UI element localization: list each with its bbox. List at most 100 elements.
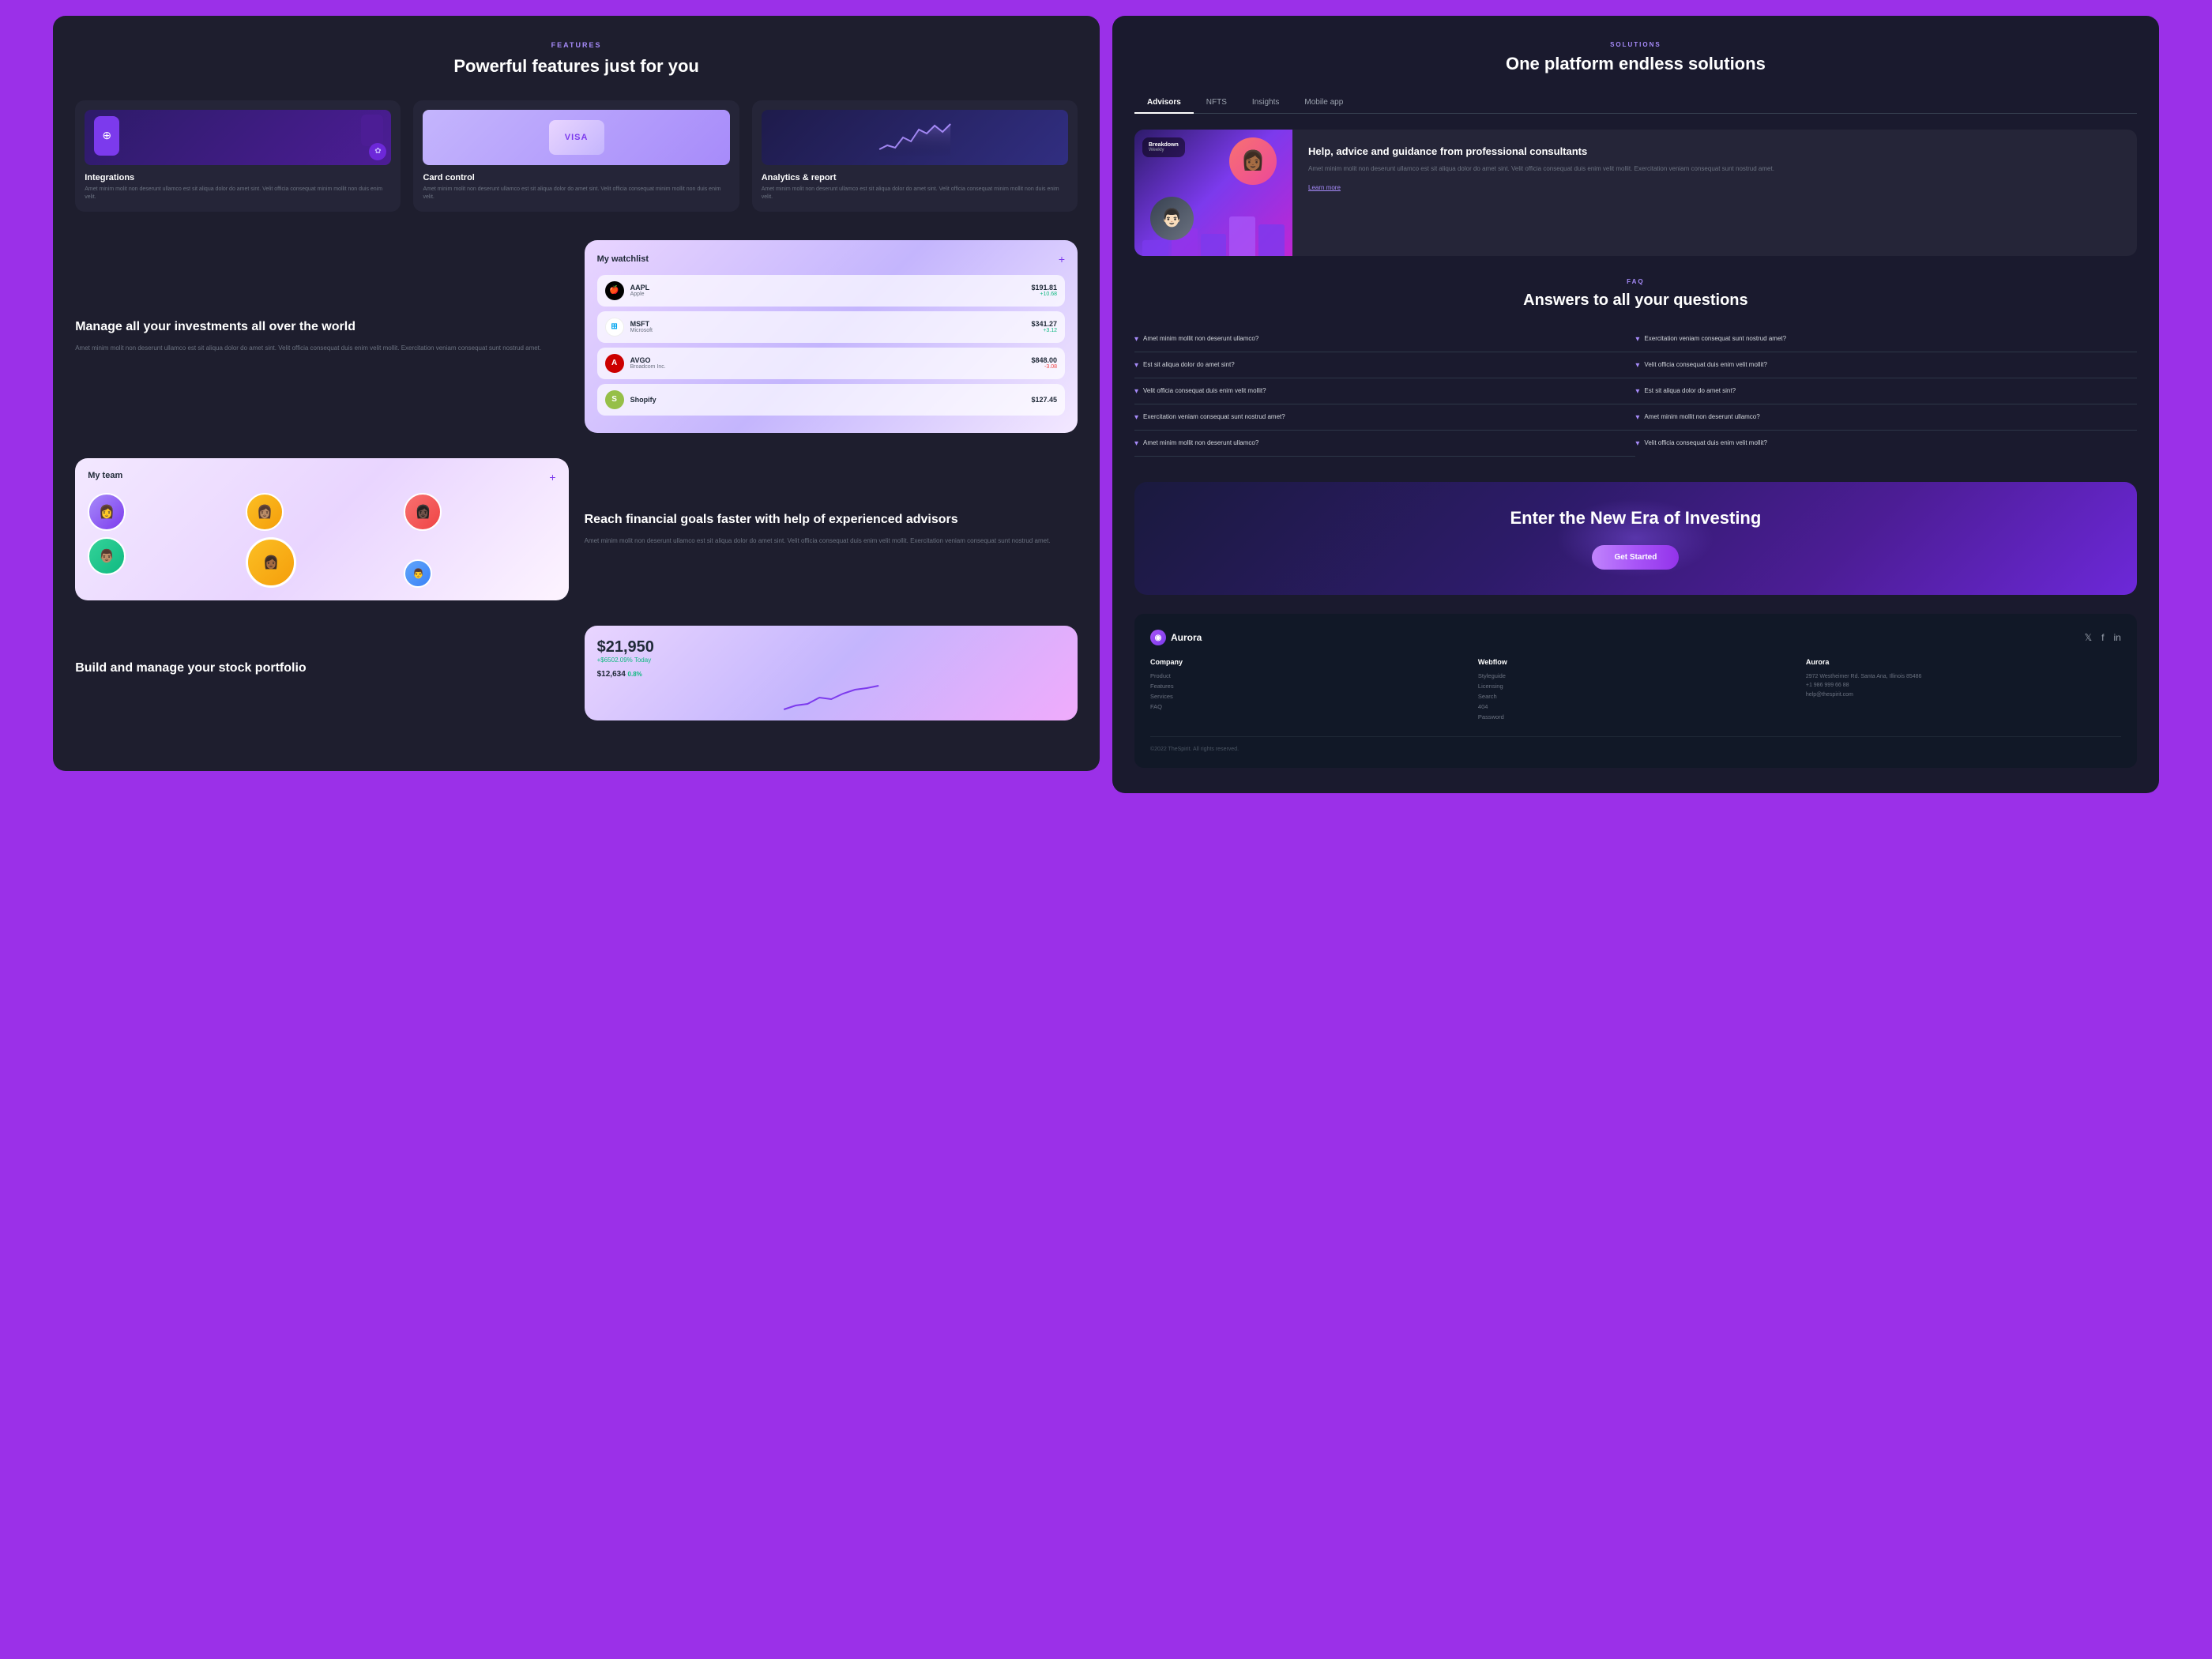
- advisor-info: Help, advice and guidance from professio…: [1292, 130, 2137, 256]
- team-avatar-2: 👩🏽: [246, 493, 284, 531]
- feature-analytics: Analytics & report Amet minim molit non …: [752, 100, 1078, 212]
- facebook-icon[interactable]: f: [2101, 632, 2104, 643]
- manage-investments-section: Manage all your investments all over the…: [75, 240, 1078, 433]
- footer-link-styleguide[interactable]: Styleguide: [1478, 672, 1793, 679]
- footer-copyright: ©2022 TheSpirit. All rights reserved.: [1150, 736, 2121, 752]
- advisor-desc: Amet minim molit non deserunt ullamco es…: [1308, 164, 2121, 175]
- tab-insights[interactable]: Insights: [1240, 92, 1292, 113]
- faq-item-9[interactable]: ▾ Velit officia consequat duis enim veli…: [1635, 431, 2136, 457]
- bar-1: [1142, 240, 1168, 256]
- portfolio-heading: Build and manage your stock portfolio: [75, 660, 568, 677]
- breakdown-label: Breakdown: [1149, 142, 1179, 148]
- faq-item-6[interactable]: ▾ Exercitation veniam consequat sunt nos…: [1134, 404, 1635, 431]
- aapl-ticker: AAPL: [630, 284, 1025, 292]
- faq-chevron-2: ▾: [1134, 361, 1138, 370]
- footer-webflow-title: Webflow: [1478, 658, 1793, 666]
- footer-link-product[interactable]: Product: [1150, 672, 1465, 679]
- tab-nfts[interactable]: NFTS: [1194, 92, 1240, 113]
- feature-card-name: Card control: [423, 173, 729, 182]
- footer-aurora-title: Aurora: [1806, 658, 2121, 666]
- footer-link-404[interactable]: 404: [1478, 703, 1793, 710]
- faq-item-0[interactable]: ▾ Amet minim mollit non deserunt ullamco…: [1134, 326, 1635, 352]
- faq-item-2[interactable]: ▾ Est sit aliqua dolor do amet sint?: [1134, 352, 1635, 378]
- advisor-heading: Help, advice and guidance from professio…: [1308, 145, 2121, 159]
- team-add-btn[interactable]: +: [549, 471, 555, 483]
- features-label: FEATURES: [75, 41, 1078, 49]
- faq-text-8: Amet minim mollit non deserunt ullamco?: [1143, 438, 1258, 447]
- footer-link-licensing[interactable]: Licensing: [1478, 683, 1793, 690]
- learn-more-link[interactable]: Learn more: [1308, 184, 2121, 191]
- footer-link-services[interactable]: Services: [1150, 693, 1465, 700]
- linkedin-icon[interactable]: in: [2113, 632, 2120, 643]
- msft-ticker: MSFT: [630, 320, 1025, 328]
- solutions-header: SOLUTIONS One platform endless solutions…: [1134, 41, 2137, 114]
- footer-link-password[interactable]: Password: [1478, 713, 1793, 720]
- footer-link-faq[interactable]: FAQ: [1150, 703, 1465, 710]
- footer-link-features[interactable]: Features: [1150, 683, 1465, 690]
- card-control-icon-area: VISA: [423, 110, 729, 165]
- integrations-icon-area: ⊕ ✿: [85, 110, 391, 165]
- portfolio-card: $21,950 +$6502.09% Today $12,634 0.8%: [585, 626, 1078, 720]
- faq-title: Answers to all your questions: [1134, 290, 2137, 310]
- faq-chevron-6: ▾: [1134, 413, 1138, 422]
- solutions-label: SOLUTIONS: [1134, 41, 2137, 48]
- advisor-avatar-bottom: 👨🏻: [1150, 197, 1194, 240]
- email-text: help@thespirit.com: [1806, 692, 1853, 698]
- bar-5: [1258, 224, 1285, 256]
- msft-name-area: MSFT Microsoft: [630, 320, 1025, 333]
- faq-item-5[interactable]: ▾ Est sit aliqua dolor do amet sint?: [1635, 378, 2136, 404]
- footer-address: 2972 Westheimer Rd. Santa Ana, Illinois …: [1806, 672, 2121, 699]
- visa-card: VISA: [549, 120, 604, 155]
- shop-name-area: Shopify: [630, 396, 1025, 404]
- portfolio-text: Build and manage your stock portfolio: [75, 660, 568, 685]
- faq-section: FAQ Answers to all your questions ▾ Amet…: [1134, 278, 2137, 457]
- portfolio-visual: $21,950 +$6502.09% Today $12,634 0.8%: [585, 626, 1078, 720]
- advisor-avatar-top: 👩🏾: [1229, 137, 1277, 185]
- bar-4: [1229, 216, 1255, 256]
- avgo-name-area: AVGO Broadcom Inc.: [630, 356, 1025, 370]
- faq-item-1[interactable]: ▾ Exercitation veniam consequat sunt nos…: [1635, 326, 2136, 352]
- social-icons: 𝕏 f in: [2084, 632, 2120, 643]
- faq-text-0: Amet minim mollit non deserunt ullamco?: [1143, 334, 1258, 343]
- faq-chevron-8: ▾: [1134, 439, 1138, 448]
- shop-ticker: Shopify: [630, 396, 1025, 404]
- faq-item-4[interactable]: ▾ Velit officia consequat duis enim veli…: [1134, 378, 1635, 404]
- address-text: 2972 Westheimer Rd. Santa Ana, Illinois …: [1806, 674, 1922, 679]
- team-heading: Reach financial goals faster with help o…: [585, 511, 1078, 529]
- footer-link-search[interactable]: Search: [1478, 693, 1793, 700]
- solutions-tabs: Advisors NFTS Insights Mobile app: [1134, 92, 2137, 114]
- faq-chevron-3: ▾: [1635, 361, 1639, 370]
- tab-mobile-app[interactable]: Mobile app: [1292, 92, 1356, 113]
- shop-icon: S: [605, 390, 624, 409]
- faq-item-8[interactable]: ▾ Amet minim mollit non deserunt ullamco…: [1134, 431, 1635, 457]
- msft-price-area: $341.27 +3.12: [1031, 320, 1057, 333]
- feature-card-control: VISA Card control Amet minim molit non d…: [413, 100, 739, 212]
- manage-investments-text: Manage all your investments all over the…: [75, 318, 568, 354]
- footer-logo: ◉ Aurora: [1150, 630, 1202, 645]
- faq-chevron-7: ▾: [1635, 413, 1639, 422]
- faq-grid: ▾ Amet minim mollit non deserunt ullamco…: [1134, 326, 2137, 457]
- faq-item-7[interactable]: ▾ Amet minim mollit non deserunt ullamco…: [1635, 404, 2136, 431]
- avgo-price: $848.00: [1031, 356, 1057, 364]
- manage-body: Amet minim molit non deserunt ullamco es…: [75, 344, 568, 354]
- team-body: Amet minim molit non deserunt ullamco es…: [585, 536, 1078, 547]
- footer-company-col: Company Product Features Services FAQ: [1150, 658, 1465, 724]
- stock-aapl[interactable]: 🍎 AAPL Apple $191.81 +10.68: [597, 275, 1065, 307]
- twitter-icon[interactable]: 𝕏: [2084, 632, 2092, 643]
- faq-item-3[interactable]: ▾ Velit officia consequat duis enim veli…: [1635, 352, 2136, 378]
- watchlist-add-btn[interactable]: +: [1059, 253, 1065, 265]
- advisor-card: Breakdown Weekly 👩🏾 👨🏻 Help, advice and …: [1134, 130, 2137, 256]
- avgo-icon: A: [605, 354, 624, 373]
- team-avatar-1: 👩: [88, 493, 126, 531]
- get-started-button[interactable]: Get Started: [1592, 545, 1679, 570]
- team-card: My team + 👩 👩🏽 👩🏿 👨🏽 👩🏾 👨: [75, 458, 568, 600]
- stock-avgo[interactable]: A AVGO Broadcom Inc. $848.00 -3.08: [597, 348, 1065, 379]
- portfolio-gain: +$6502.09% Today: [597, 656, 1065, 664]
- stock-shop[interactable]: S Shopify $127.45: [597, 384, 1065, 416]
- faq-text-7: Amet minim mollit non deserunt ullamco?: [1644, 412, 1759, 421]
- stock-msft[interactable]: ⊞ MSFT Microsoft $341.27 +3.12: [597, 311, 1065, 343]
- today-label: Today: [634, 656, 651, 664]
- avgo-change: -3.08: [1031, 364, 1057, 370]
- aapl-change: +10.68: [1031, 292, 1057, 297]
- tab-advisors[interactable]: Advisors: [1134, 92, 1194, 113]
